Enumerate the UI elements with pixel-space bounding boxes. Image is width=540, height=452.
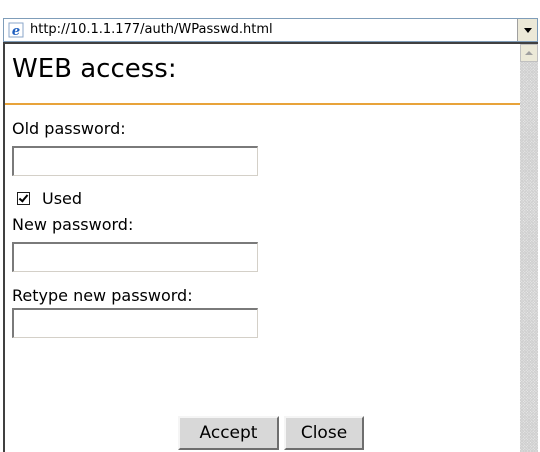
vertical-scrollbar[interactable] [520, 44, 538, 452]
new-password-field[interactable] [12, 242, 258, 272]
retype-password-label: Retype new password: [12, 286, 193, 305]
new-password-label: New password: [12, 215, 134, 234]
old-password-label: Old password: [12, 119, 126, 138]
retype-password-field[interactable] [12, 308, 258, 338]
used-checkbox[interactable] [17, 192, 30, 205]
ie-page-icon: e [8, 22, 24, 39]
scroll-up-arrow-icon[interactable] [520, 44, 538, 62]
svg-text:e: e [12, 24, 20, 38]
address-url[interactable]: http://10.1.1.177/auth/WPasswd.html [30, 22, 273, 37]
close-button[interactable]: Close [284, 416, 364, 450]
page-content: WEB access: Old password: Used New passw… [3, 42, 538, 452]
accept-button[interactable]: Accept [178, 416, 279, 450]
title-divider [5, 103, 520, 105]
old-password-field[interactable] [12, 146, 258, 176]
page-title: WEB access: [12, 54, 177, 84]
address-bar[interactable]: e http://10.1.1.177/auth/WPasswd.html [3, 18, 538, 42]
used-label: Used [42, 189, 83, 208]
address-dropdown-button[interactable] [517, 19, 537, 41]
